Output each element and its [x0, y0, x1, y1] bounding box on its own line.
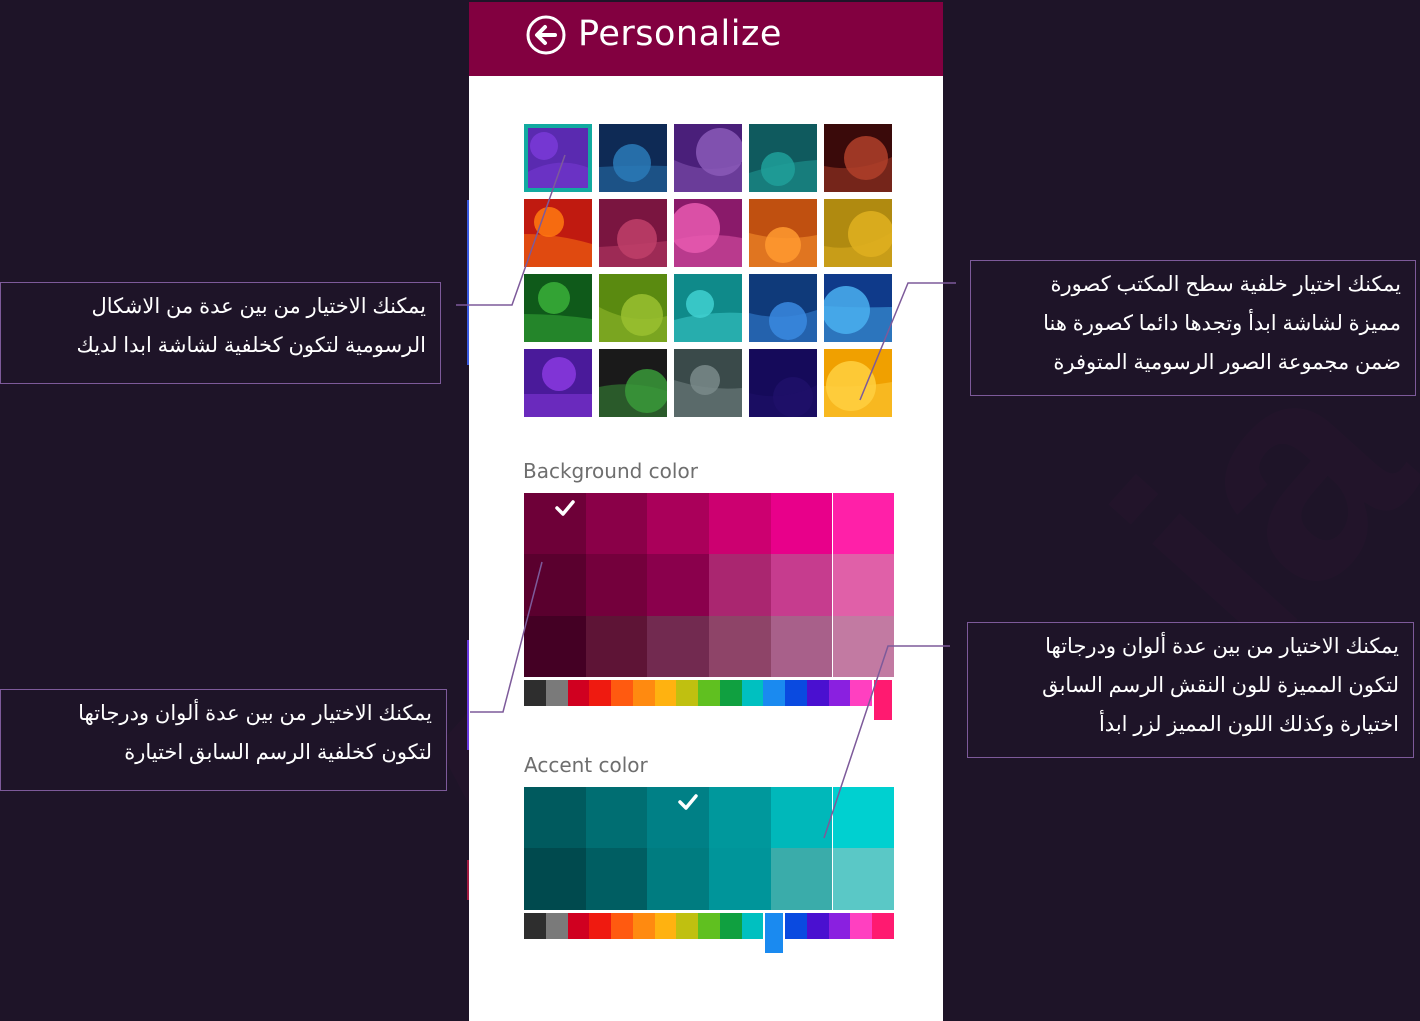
callout-text: لتكون كخلفية الرسم السابق اختيارة — [124, 741, 432, 764]
callout-text: اختيارة وكذلك اللون المميز لزر ابدأ — [1098, 713, 1399, 736]
callout-accent-color: يمكنك الاختيار من بين عدة ألوان ودرجاتها… — [967, 622, 1414, 758]
callout-background-color: يمكنك الاختيار من بين عدة ألوان ودرجاتها… — [0, 689, 447, 791]
callout-text: مميزة لشاشة ابدأ وتجدها دائما كصورة هنا — [1043, 312, 1401, 335]
connector-lines — [456, 154, 956, 839]
callout-text: يمكنك اختيار خلفية سطح المكتب كصورة — [1050, 273, 1401, 296]
callout-text: ضمن مجموعة الصور الرسومية المتوفرة — [1053, 351, 1401, 374]
callout-text: يمكنك الاختيار من بين عدة من الاشكال — [91, 295, 426, 318]
callout-text: يمكنك الاختيار من بين عدة ألوان ودرجاتها — [78, 702, 432, 725]
callout-text: الرسومية لتكون كخلفية لشاشة ابدا لديك — [76, 334, 427, 357]
callout-text: لتكون المميزة للون النقش الرسم السابق — [1042, 674, 1399, 697]
callout-text: يمكنك الاختيار من بين عدة ألوان ودرجاتها — [1045, 635, 1399, 658]
callout-patterns: يمكنك الاختيار من بين عدة من الاشكال الر… — [0, 282, 441, 384]
callout-desktop-background: يمكنك اختيار خلفية سطح المكتب كصورة مميز… — [970, 260, 1416, 396]
